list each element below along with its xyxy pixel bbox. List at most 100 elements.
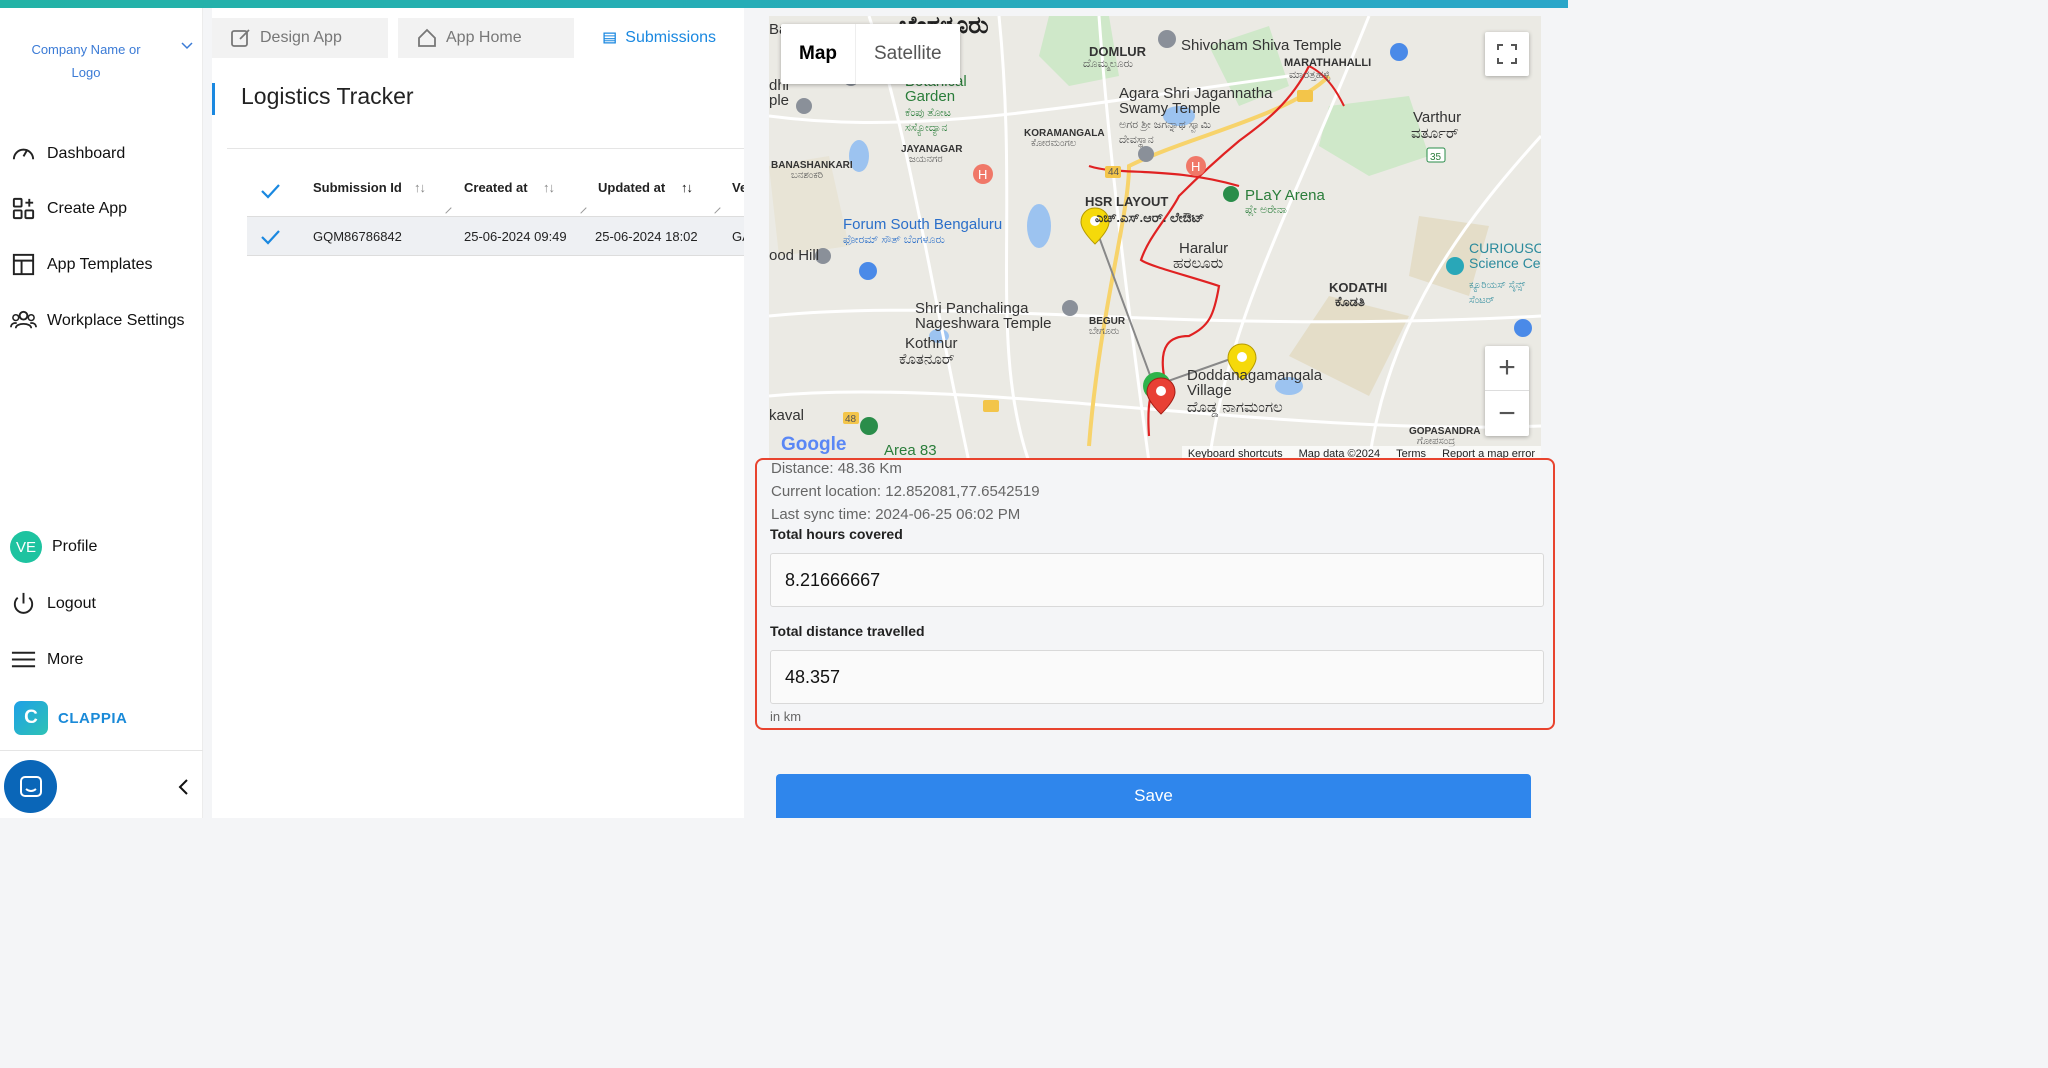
map-label: HSR LAYOUT <box>1085 194 1169 209</box>
brand-name: CLAPPIA <box>58 709 128 727</box>
fullscreen-button[interactable] <box>1485 32 1529 76</box>
cell-created-at: 25-06-2024 09:49 <box>464 229 567 244</box>
tab-design-app[interactable]: Design App <box>212 18 388 58</box>
sidebar-item-workplace-settings[interactable]: Workplace Settings <box>10 307 185 334</box>
select-all-checkbox[interactable] <box>259 180 281 202</box>
tab-app-home[interactable]: App Home <box>398 18 574 58</box>
map-label: Haralur <box>1179 240 1229 257</box>
map-label: ಜಯನಗರ <box>909 154 943 165</box>
sidebar-item-app-templates[interactable]: App Templates <box>10 251 153 278</box>
sidebar-item-label: App Templates <box>47 255 153 273</box>
map-label: KODATHI <box>1329 280 1388 295</box>
zoom-control: + − <box>1485 346 1529 436</box>
map-label: ಕೆಂಪು ತೋಟ ಸಸ್ಯೋದ್ಯಾನ <box>905 107 951 134</box>
google-logo: Google <box>781 434 847 455</box>
map[interactable]: H H ಬೆಂಗಳೂರು DOMLUR ದೊಮ್ಮಲೂರು Shivoham S… <box>769 16 1541 462</box>
map-label: 35 <box>1430 152 1442 163</box>
chat-button[interactable] <box>4 760 57 813</box>
tab-label: App Home <box>446 29 522 46</box>
map-label: ದೊಮ್ಮಲೂರು <box>1083 58 1133 70</box>
sidebar-item-create-app[interactable]: Create App <box>10 195 127 222</box>
map-label: ಕೊಡತಿ <box>1335 294 1365 309</box>
resize-handle[interactable] <box>440 202 452 214</box>
column-header[interactable]: Submission Id <box>313 180 402 195</box>
hours-label: Total hours covered <box>770 526 903 542</box>
zoom-in-button[interactable]: + <box>1485 346 1529 391</box>
map-label: Shivoham Shiva Temple <box>1181 37 1342 54</box>
submissions-table: Submission Id ↑↓ Created at ↑↓ Updated a… <box>247 160 751 256</box>
cell-updated-at: 25-06-2024 18:02 <box>595 229 698 244</box>
hours-field[interactable]: 8.21666667 <box>770 553 1544 607</box>
map-label: ವರ್ತೂರ್ <box>1411 125 1459 142</box>
resize-handle[interactable] <box>575 202 587 214</box>
sidebar-item-dashboard[interactable]: Dashboard <box>10 140 125 167</box>
zoom-out-button[interactable]: − <box>1485 391 1529 436</box>
app-tabs: Design App App Home Submissions <box>212 18 744 66</box>
hamburger-icon <box>11 651 36 668</box>
distance-label: Total distance travelled <box>770 623 925 639</box>
map-label: ದೊಡ್ಡ ನಾಗಮಂಗಲ <box>1187 399 1283 416</box>
sidebar-item-logout[interactable]: Logout <box>10 590 96 617</box>
cell-submission-id: GQM86786842 <box>313 229 402 244</box>
chat-icon <box>19 775 42 797</box>
map-label: Doddanagamangala Village <box>1187 367 1323 399</box>
sort-desc-icon[interactable]: ↑↓ <box>681 180 693 195</box>
tab-label: Design App <box>260 29 342 46</box>
map-label: Shri Panchalinga Nageshwara Temple <box>915 300 1052 332</box>
sidebar-item-label: More <box>47 650 84 668</box>
home-icon <box>418 28 436 47</box>
distance-field[interactable]: 48.357 <box>770 650 1544 704</box>
map-label: ಕೋರಮಂಗಲ <box>1031 138 1077 149</box>
fullscreen-icon <box>1497 44 1517 64</box>
submissions-panel: Design App App Home Submissions Logistic… <box>212 8 751 818</box>
map-label: PLaY Arena <box>1245 187 1325 204</box>
map-label: ಬನಶಂಕರಿ <box>791 170 824 181</box>
current-location-text: Current location: 12.852081,77.6542519 <box>771 483 1040 500</box>
column-header[interactable]: Updated at <box>598 180 665 195</box>
hospital-icon: H <box>1186 156 1206 176</box>
divider <box>0 750 203 751</box>
map-type-satellite-button[interactable]: Satellite <box>855 24 960 84</box>
tab-submissions[interactable]: Submissions <box>584 18 734 58</box>
chevron-down-icon[interactable] <box>180 38 194 52</box>
power-icon <box>13 592 34 614</box>
map-label: ಅಗರ ಶ್ರೀ ಜಗನ್ನಾಥ ಸ್ವಾಮಿ ದೇವಸ್ಥಾನ <box>1119 119 1212 146</box>
map-label: 48 <box>845 414 857 425</box>
svg-text:H: H <box>978 167 987 182</box>
sidebar-item-more[interactable]: More <box>10 646 83 673</box>
column-header[interactable]: Created at <box>464 180 528 195</box>
sidebar-item-profile[interactable]: VE Profile <box>10 531 97 563</box>
map-label: ಕ್ಯೂರಿಯಸ್ ಸೈನ್ಸ್ ಸೆಂಟರ್ <box>1469 280 1526 306</box>
row-checkbox[interactable] <box>259 226 281 248</box>
map-label: ಬೇಗೂರು <box>1089 326 1120 337</box>
create-app-icon <box>12 197 35 220</box>
sort-icon[interactable]: ↑↓ <box>414 180 426 195</box>
sidebar-item-label: Dashboard <box>47 144 126 162</box>
edit-icon <box>231 29 250 47</box>
submission-detail: H H ಬೆಂಗಳೂರು DOMLUR ದೊಮ್ಮಲೂರು Shivoham S… <box>744 8 1568 818</box>
svg-text:H: H <box>1191 159 1200 174</box>
company-name[interactable]: Company Name or Logo <box>26 38 146 84</box>
resize-handle[interactable] <box>709 202 721 214</box>
table-row[interactable]: GQM86786842 25-06-2024 09:49 25-06-2024 … <box>247 216 751 256</box>
map-label: ಫೋರಮ್ ಸೌತ್ ಬೆಂಗಳೂರು <box>843 234 945 246</box>
sort-icon[interactable]: ↑↓ <box>543 180 555 195</box>
sidebar-item-label: Logout <box>47 594 96 612</box>
map-label: Kothnur <box>905 335 958 352</box>
map-type-control: Map Satellite <box>781 24 960 84</box>
brand-logo: C CLAPPIA <box>14 701 127 735</box>
map-label: ಎಚ್.ಎಸ್.ಆರ್. ಲೇಔಟ್ <box>1095 210 1205 225</box>
sidebar-item-label: Workplace Settings <box>47 311 185 329</box>
map-label: CURIOUSC Science Ce <box>1469 240 1541 271</box>
last-sync-text: Last sync time: 2024-06-25 06:02 PM <box>771 506 1021 523</box>
chevron-left-icon[interactable] <box>175 778 193 796</box>
map-type-map-button[interactable]: Map <box>781 24 855 84</box>
map-label: ಪ್ಲೇ ಅರೇನಾ <box>1245 204 1287 216</box>
gauge-icon <box>12 148 35 160</box>
save-button[interactable]: Save <box>776 774 1531 818</box>
top-accent-bar <box>0 0 1568 8</box>
templates-icon <box>12 253 35 276</box>
table-header: Submission Id ↑↓ Created at ↑↓ Updated a… <box>247 160 747 216</box>
map-label: Agara Shri Jagannatha Swamy Temple <box>1119 85 1273 117</box>
unit-hint: in km <box>770 709 802 724</box>
